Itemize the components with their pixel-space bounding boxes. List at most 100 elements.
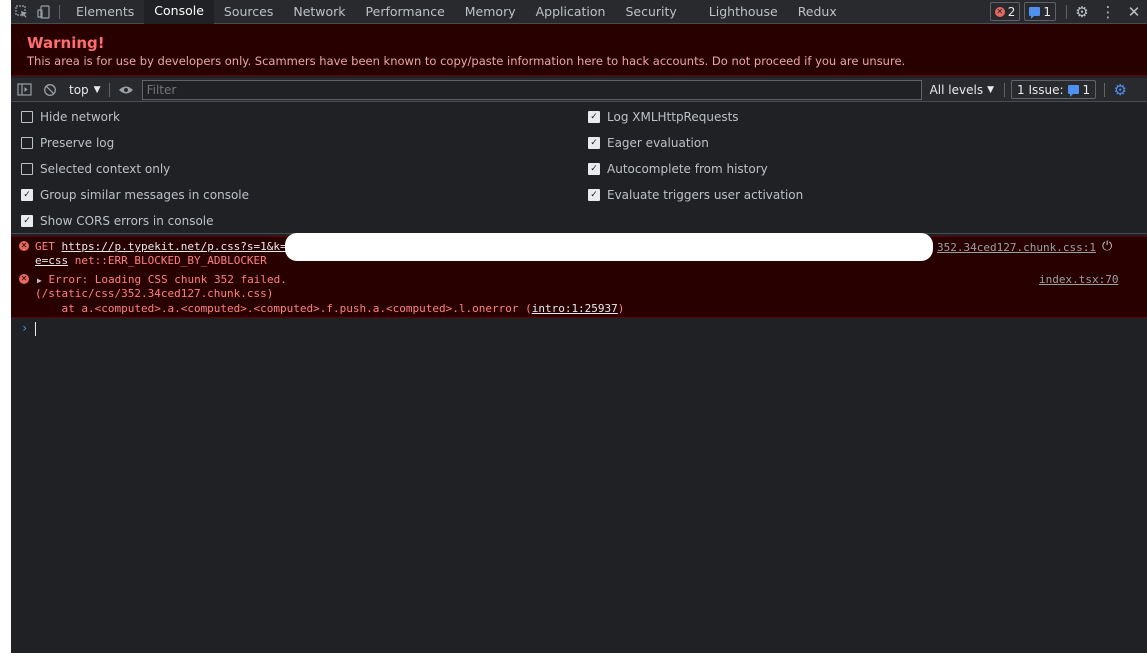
live-expression-eye-icon[interactable] xyxy=(112,78,140,101)
tab-redux[interactable]: Redux xyxy=(788,0,847,23)
setting-label: Selected context only xyxy=(40,162,171,176)
checkbox-hide-network[interactable] xyxy=(21,111,33,123)
message-line: e=css net::ERR_BLOCKED_BY_ADBLOCKER xyxy=(35,254,267,267)
setting-preserve-log[interactable]: Preserve log xyxy=(21,136,114,150)
issue-icon xyxy=(1067,85,1079,97)
tabbar-right-separator xyxy=(1066,4,1067,19)
setting-autocomplete-history[interactable]: ✓ Autocomplete from history xyxy=(588,162,768,176)
issue-count-badge[interactable]: 1 xyxy=(1024,2,1056,21)
issues-button[interactable]: 1 Issue: 1 xyxy=(1011,80,1097,99)
issues-label: 1 Issue: xyxy=(1017,82,1064,97)
device-toolbar-icon[interactable] xyxy=(33,0,55,23)
issues-count: 1 xyxy=(1082,82,1091,97)
log-levels-dropdown[interactable]: All levels ▼ xyxy=(922,83,1002,97)
setting-label: Group similar messages in console xyxy=(40,188,249,202)
error-message-text: Error: Loading CSS chunk 352 failed. xyxy=(48,273,287,286)
checkbox-preserve-log[interactable] xyxy=(21,137,33,149)
setting-group-similar[interactable]: ✓ Group similar messages in console xyxy=(21,188,249,202)
request-url-link[interactable]: https://p.typekit.net/p.css?s=1&k= xyxy=(62,240,287,253)
levels-dropdown-icon: ▼ xyxy=(987,84,994,95)
setting-selected-context-only[interactable]: Selected context only xyxy=(21,162,170,176)
setting-hide-network[interactable]: Hide network xyxy=(21,110,120,124)
tab-memory[interactable]: Memory xyxy=(455,0,526,23)
issue-icon xyxy=(1029,7,1041,19)
inspect-element-icon[interactable] xyxy=(11,0,33,23)
error-count: 2 xyxy=(1007,4,1016,19)
setting-label: Hide network xyxy=(40,110,120,124)
setting-label: Preserve log xyxy=(40,136,115,150)
devtools-panel: Elements Console Sources Network Perform… xyxy=(11,0,1147,653)
checkbox-log-xhr[interactable]: ✓ xyxy=(588,111,600,123)
redaction-mark xyxy=(285,233,933,261)
tab-elements[interactable]: Elements xyxy=(66,0,144,23)
message-source-wrap: index.tsx:70 xyxy=(1039,273,1118,286)
request-url-tail-link[interactable]: e=css xyxy=(35,254,68,267)
console-error-message: ✕ GET https://p.typekit.net/p.css?s=1&k=… xyxy=(11,233,1147,270)
setting-eager-evaluation[interactable]: ✓ Eager evaluation xyxy=(588,136,709,150)
tab-security[interactable]: Security xyxy=(615,0,686,23)
toolbar-separator-2 xyxy=(1004,82,1005,97)
console-settings-panel: Hide network Preserve log Selected conte… xyxy=(11,102,1147,234)
error-icon: ✕ xyxy=(19,241,29,251)
filter-input[interactable] xyxy=(141,79,922,100)
error-message-path: (/static/css/352.34ced127.chunk.css) xyxy=(35,287,274,300)
message-source-wrap: 352.34ced127.chunk.css:1 xyxy=(937,241,1096,254)
context-dropdown-icon: ▼ xyxy=(93,84,101,95)
source-link[interactable]: index.tsx:70 xyxy=(1039,273,1118,286)
setting-label: Evaluate triggers user activation xyxy=(607,188,804,202)
issue-count: 1 xyxy=(1043,4,1051,19)
close-devtools-icon[interactable]: ✕ xyxy=(1121,0,1147,23)
tab-lighthouse[interactable]: Lighthouse xyxy=(687,0,788,23)
setting-show-cors-errors[interactable]: ✓ Show CORS errors in console xyxy=(21,214,214,228)
setting-label: Eager evaluation xyxy=(607,136,709,150)
setting-evaluate-triggers[interactable]: ✓ Evaluate triggers user activation xyxy=(588,188,803,202)
message-line: GET https://p.typekit.net/p.css?s=1&k= xyxy=(35,240,287,253)
context-selector-label: top xyxy=(69,82,89,97)
warning-text: This area is for use by developers only.… xyxy=(27,54,906,68)
checkbox-show-cors-errors[interactable]: ✓ xyxy=(21,215,33,227)
source-link[interactable]: 352.34ced127.chunk.css:1 xyxy=(937,241,1096,254)
checkbox-evaluate-triggers[interactable]: ✓ xyxy=(588,189,600,201)
expand-triangle-icon[interactable]: ▶ xyxy=(37,276,42,285)
checkbox-eager-evaluation[interactable]: ✓ xyxy=(588,137,600,149)
stack-trace-suffix: ) xyxy=(617,302,625,315)
request-method: GET xyxy=(35,240,55,253)
console-input-caret[interactable] xyxy=(35,322,36,336)
console-settings-gear-icon[interactable]: ⚙ xyxy=(1107,78,1133,101)
more-options-icon[interactable]: ⋮ xyxy=(1095,0,1121,23)
stack-trace-link[interactable]: intro:1:25937 xyxy=(532,302,618,315)
clear-console-icon[interactable] xyxy=(37,78,63,101)
setting-label: Autocomplete from history xyxy=(607,162,768,176)
error-icon: ✕ xyxy=(994,6,1005,17)
setting-label: Log XMLHttpRequests xyxy=(607,110,739,124)
message-line: ▶ Error: Loading CSS chunk 352 failed. xyxy=(37,273,287,286)
settings-gear-icon[interactable]: ⚙ xyxy=(1069,0,1095,23)
setting-log-xhr[interactable]: ✓ Log XMLHttpRequests xyxy=(588,110,739,124)
error-code: net::ERR_BLOCKED_BY_ADBLOCKER xyxy=(74,254,267,267)
error-count-badge[interactable]: ✕ 2 xyxy=(989,2,1021,21)
context-selector[interactable]: top ▼ xyxy=(63,83,107,97)
tab-console[interactable]: Console xyxy=(144,0,214,24)
tabbar-separator xyxy=(59,4,60,19)
tab-performance[interactable]: Performance xyxy=(356,0,455,23)
console-toolbar: top ▼ All levels ▼ 1 Issue: 1 ⚙ xyxy=(11,78,1147,102)
toolbar-separator-3 xyxy=(1104,82,1106,97)
checkbox-autocomplete-history[interactable]: ✓ xyxy=(588,163,600,175)
tab-application[interactable]: Application xyxy=(526,0,616,23)
checkbox-group-similar[interactable]: ✓ xyxy=(21,189,33,201)
tab-sources[interactable]: Sources xyxy=(214,0,283,23)
warning-title: Warning! xyxy=(27,34,105,52)
message-line: at a.<computed>.a.<computed>.<computed>.… xyxy=(35,302,624,315)
setting-label: Show CORS errors in console xyxy=(40,214,214,228)
checkbox-selected-context-only[interactable] xyxy=(21,163,33,175)
devtools-tabbar: Elements Console Sources Network Perform… xyxy=(11,0,1147,24)
toolbar-separator xyxy=(108,82,110,97)
stack-trace-text: at a.<computed>.a.<computed>.<computed>.… xyxy=(35,302,532,315)
tabbar-right-controls: ✕ 2 1 ⚙ ⋮ ✕ xyxy=(989,0,1147,23)
error-icon: ✕ xyxy=(19,274,29,284)
log-levels-label: All levels xyxy=(929,82,984,97)
tab-network[interactable]: Network xyxy=(283,0,355,23)
network-request-icon[interactable]: ⏻ xyxy=(1102,239,1112,254)
show-sidebar-icon[interactable] xyxy=(11,78,37,101)
console-prompt-chevron-icon: › xyxy=(21,321,29,335)
